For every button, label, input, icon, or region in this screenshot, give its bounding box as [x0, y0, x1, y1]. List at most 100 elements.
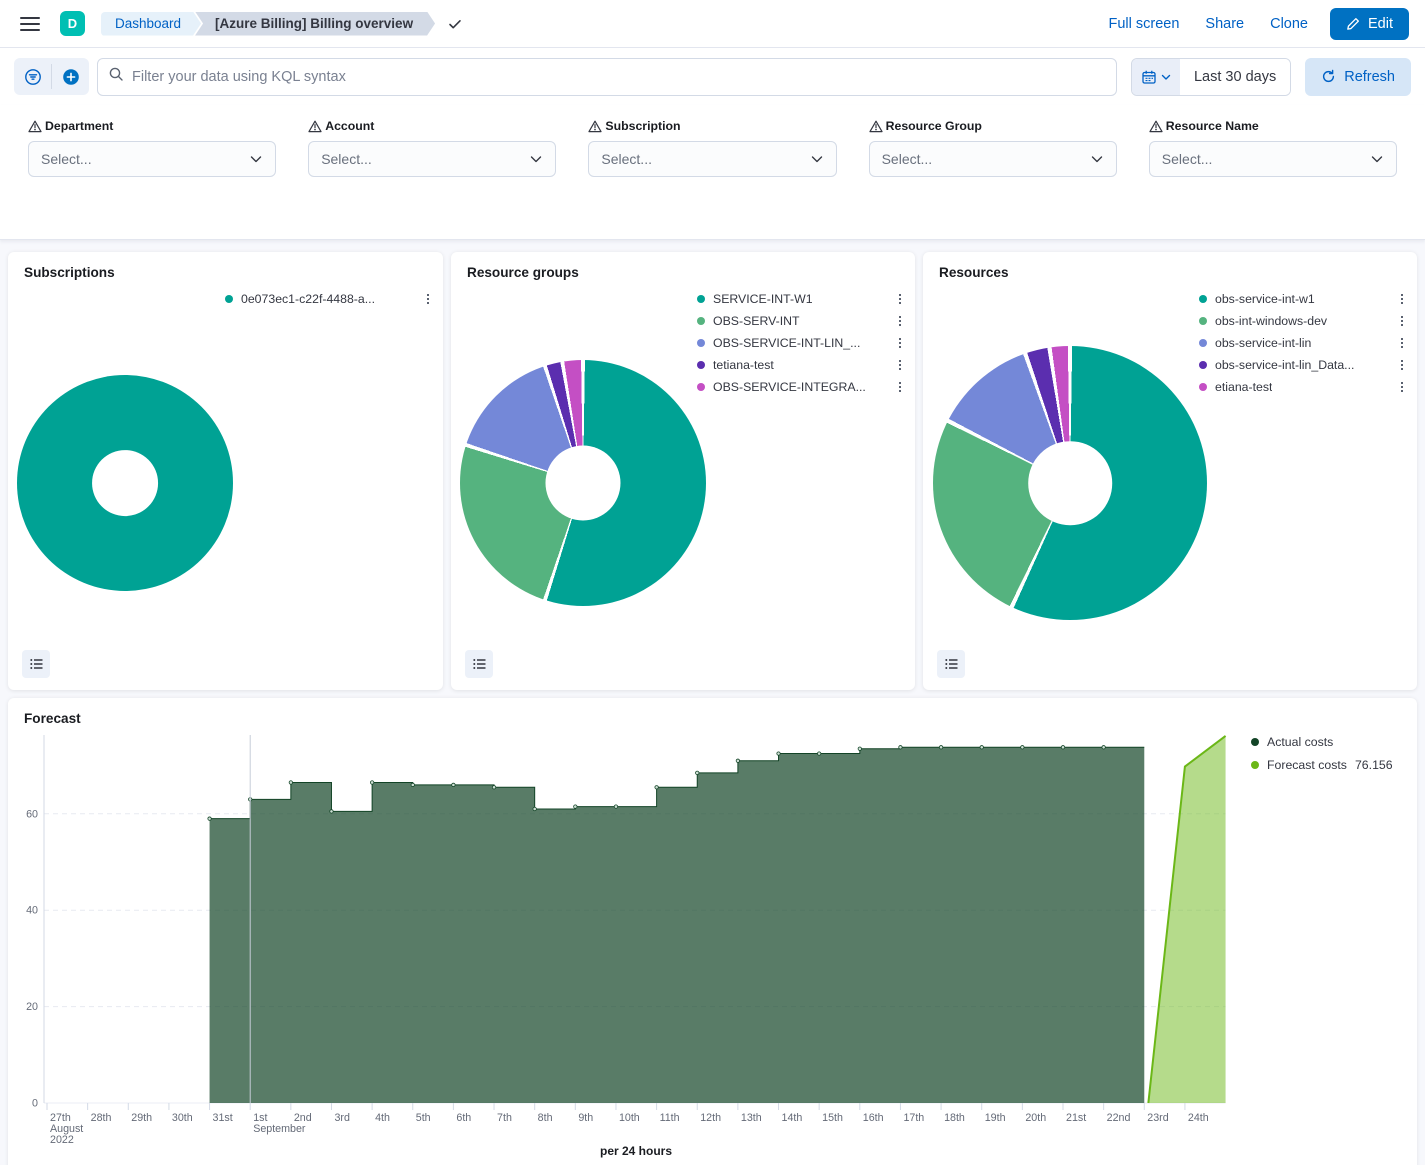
- control-label: Department: [28, 119, 276, 133]
- panel-title: Resources: [923, 252, 1417, 280]
- svg-text:22nd: 22nd: [1107, 1112, 1131, 1124]
- legend-label[interactable]: tetiana-test: [713, 358, 774, 372]
- select-resource-name[interactable]: Select...: [1149, 141, 1397, 177]
- legend-label[interactable]: 0e073ec1-c22f-4488-a...: [241, 292, 375, 306]
- legend-label[interactable]: obs-int-windows-dev: [1215, 314, 1327, 328]
- boxes-vertical-icon[interactable]: [1397, 334, 1408, 353]
- action-full-screen[interactable]: Full screen: [1108, 16, 1179, 32]
- panel-subscriptions: Subscriptions0e073ec1-c22f-4488-a...: [8, 252, 443, 690]
- search-input[interactable]: [132, 69, 1106, 85]
- select-resource-group[interactable]: Select...: [869, 141, 1117, 177]
- svg-text:40: 40: [26, 905, 38, 917]
- time-range-value[interactable]: Last 30 days: [1180, 59, 1290, 95]
- breadcrumb-current-page[interactable]: [Azure Billing] Billing overview: [195, 12, 435, 36]
- svg-text:20th: 20th: [1025, 1112, 1046, 1124]
- legend-item: obs-service-int-w1: [1199, 288, 1407, 310]
- donut-chart-subscriptions[interactable]: [17, 375, 233, 591]
- chevron-down-icon: [249, 152, 263, 166]
- legend-label[interactable]: Forecast costs: [1267, 758, 1347, 772]
- legend-label[interactable]: obs-service-int-w1: [1215, 292, 1315, 306]
- calendar-icon[interactable]: [1132, 59, 1180, 95]
- legend-list-icon[interactable]: [22, 650, 50, 678]
- refresh-button[interactable]: Refresh: [1305, 58, 1411, 96]
- chevron-down-icon: [529, 152, 543, 166]
- legend-dot: [1199, 295, 1207, 303]
- control-group-department: Department Select...: [28, 119, 276, 239]
- boxes-vertical-icon[interactable]: [1397, 290, 1408, 309]
- svg-text:8th: 8th: [538, 1112, 553, 1124]
- select-department[interactable]: Select...: [28, 141, 276, 177]
- select-account[interactable]: Select...: [308, 141, 556, 177]
- control-group-account: Account Select...: [308, 119, 556, 239]
- legend-label[interactable]: obs-service-int-lin_Data...: [1215, 358, 1354, 372]
- svg-text:September: September: [253, 1123, 306, 1135]
- legend-label[interactable]: SERVICE-INT-W1: [713, 292, 813, 306]
- boxes-vertical-icon[interactable]: [895, 378, 906, 397]
- x-axis-title: per 24 hours: [600, 1144, 672, 1158]
- legend-label[interactable]: obs-service-int-lin: [1215, 336, 1311, 350]
- boxes-vertical-icon[interactable]: [895, 290, 906, 309]
- legend-item: obs-int-windows-dev: [1199, 310, 1407, 332]
- chart-legend: obs-service-int-w1 obs-int-windows-dev obs…: [1199, 288, 1407, 398]
- forecast-area-chart[interactable]: 020406027th28th29th30th31st1st2nd3rd4th5…: [8, 698, 1417, 1165]
- check-icon: [447, 16, 463, 32]
- boxes-vertical-icon[interactable]: [895, 312, 906, 331]
- svg-text:30th: 30th: [172, 1112, 193, 1124]
- donut-chart-resources[interactable]: [933, 346, 1207, 620]
- svg-text:10th: 10th: [619, 1112, 640, 1124]
- svg-text:14th: 14th: [782, 1112, 803, 1124]
- breadcrumb-dashboard[interactable]: Dashboard: [101, 12, 201, 36]
- svg-text:5th: 5th: [416, 1112, 431, 1124]
- action-share[interactable]: Share: [1205, 16, 1244, 32]
- legend-label[interactable]: OBS-SERVICE-INTEGRA...: [713, 380, 866, 394]
- svg-text:29th: 29th: [131, 1112, 152, 1124]
- filter-in-circle-icon[interactable]: [14, 58, 51, 95]
- legend-dot: [225, 295, 233, 303]
- control-label: Resource Name: [1149, 119, 1397, 133]
- control-group-subscription: SubscriptionSelect...: [588, 119, 836, 239]
- menu-icon[interactable]: [20, 17, 40, 31]
- panel-forecast: Forecast 020406027th28th29th30th31st1st2…: [8, 698, 1417, 1165]
- legend-list-icon[interactable]: [465, 650, 493, 678]
- avatar[interactable]: D: [60, 11, 85, 36]
- refresh-icon: [1321, 69, 1336, 84]
- svg-text:20: 20: [26, 1001, 38, 1013]
- svg-text:31st: 31st: [213, 1112, 233, 1124]
- svg-text:21st: 21st: [1066, 1112, 1086, 1124]
- legend-item: obs-service-int-lin_Data...: [1199, 354, 1407, 376]
- legend-dot: [1251, 738, 1259, 746]
- legend-dot: [697, 295, 705, 303]
- boxes-vertical-icon[interactable]: [1397, 378, 1408, 397]
- donut-chart-resource-groups[interactable]: [460, 360, 706, 606]
- svg-text:17th: 17th: [903, 1112, 924, 1124]
- action-clone[interactable]: Clone: [1270, 16, 1308, 32]
- svg-text:2022: 2022: [50, 1134, 74, 1146]
- legend-item: Actual costs: [1251, 734, 1403, 750]
- legend-label[interactable]: etiana-test: [1215, 380, 1272, 394]
- boxes-vertical-icon[interactable]: [895, 334, 906, 353]
- warning-icon: [1149, 120, 1163, 133]
- legend-list-icon[interactable]: [937, 650, 965, 678]
- edit-button[interactable]: Edit: [1330, 8, 1409, 40]
- legend-dot: [697, 317, 705, 325]
- legend-item: OBS-SERVICE-INTEGRA...: [697, 376, 905, 398]
- chevron-down-icon: [810, 152, 824, 166]
- legend-label[interactable]: OBS-SERVICE-INT-LIN_...: [713, 336, 860, 350]
- boxes-vertical-icon[interactable]: [1397, 356, 1408, 375]
- legend-label[interactable]: Actual costs: [1267, 735, 1333, 749]
- svg-text:19th: 19th: [985, 1112, 1006, 1124]
- warning-icon: [28, 120, 42, 133]
- breadcrumb: Dashboard [Azure Billing] Billing overvi…: [101, 12, 435, 36]
- warning-icon: [588, 120, 602, 133]
- boxes-vertical-icon[interactable]: [895, 356, 906, 375]
- panel-title: Resource groups: [451, 252, 915, 280]
- control-label: Account: [308, 119, 556, 133]
- svg-text:6th: 6th: [456, 1112, 471, 1124]
- add-filter-icon[interactable]: [52, 58, 89, 95]
- legend-label[interactable]: OBS-SERV-INT: [713, 314, 800, 328]
- select-subscription[interactable]: Select...: [588, 141, 836, 177]
- legend-dot: [1199, 339, 1207, 347]
- boxes-vertical-icon[interactable]: [423, 290, 434, 309]
- boxes-vertical-icon[interactable]: [1397, 312, 1408, 331]
- filter-button-group: [14, 58, 89, 95]
